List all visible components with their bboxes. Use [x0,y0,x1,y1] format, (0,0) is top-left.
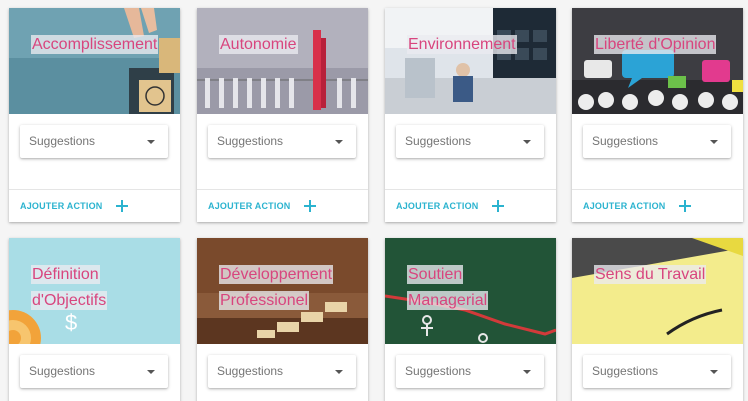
select-value: Suggestions [592,134,659,148]
add-action-button[interactable]: AJOUTER ACTION [583,197,692,215]
card-title: Sens du Travail [594,265,707,284]
select-value: Suggestions [405,134,472,148]
suggestions-select[interactable]: Suggestions [583,125,731,158]
card-title: Accomplissement [31,35,159,54]
suggestions-select[interactable]: Suggestions [208,125,356,158]
select-value: Suggestions [29,364,96,378]
card-soutien-managerial: Soutien Managerial Suggestions [385,238,556,401]
add-action-button[interactable]: AJOUTER ACTION [396,197,505,215]
card-accomplissement: Accomplissement Suggestions AJOUTER ACTI… [9,8,180,222]
caret-down-icon [710,370,718,374]
select-value: Suggestions [217,134,284,148]
suggestions-select[interactable]: Suggestions [396,355,544,388]
caret-down-icon [147,140,155,144]
caret-down-icon [335,140,343,144]
sticky-note-image [572,238,743,344]
card-title: Autonomie [219,35,298,54]
card-title: Liberté d'Opinion [594,35,717,54]
card-developpement-professionel: Développement Professionel Suggestions [197,238,368,401]
card-environnement: Environnement Suggestions AJOUTER ACTION [385,8,556,222]
select-value: Suggestions [217,364,284,378]
plus-icon [304,200,317,212]
add-action-button[interactable]: AJOUTER ACTION [20,197,129,215]
card-title: Définition d'Objectifs [31,265,108,310]
clothespin-image [197,8,368,114]
card-title: Développement Professionel [219,265,334,310]
add-action-button[interactable]: AJOUTER ACTION [208,197,317,215]
speech-bubbles-image [572,8,743,114]
divider [572,189,743,190]
suggestions-select[interactable]: Suggestions [396,125,544,158]
select-value: Suggestions [29,134,96,148]
divider [9,189,180,190]
office-image [385,8,556,114]
divider [385,189,556,190]
suggestions-select[interactable]: Suggestions [583,355,731,388]
card-definition-objectifs: $ Définition d'Objectifs Suggestions [9,238,180,401]
divider [197,189,368,190]
caret-down-icon [147,370,155,374]
add-action-label: AJOUTER ACTION [20,201,103,211]
suggestions-select[interactable]: Suggestions [20,125,168,158]
suggestions-select[interactable]: Suggestions [208,355,356,388]
plus-icon [492,200,505,212]
plus-icon [679,200,692,212]
card-autonomie: Autonomie Suggestions AJOUTER ACTION [197,8,368,222]
plus-icon [116,200,129,212]
card-sens-travail: Sens du Travail Suggestions [572,238,743,401]
add-action-label: AJOUTER ACTION [583,201,666,211]
hand-blocks-image [9,8,180,114]
caret-down-icon [523,140,531,144]
card-title: Environnement [407,35,517,54]
card-liberte-opinion: Liberté d'Opinion Suggestions AJOUTER AC… [572,8,743,222]
add-action-label: AJOUTER ACTION [396,201,479,211]
caret-down-icon [710,140,718,144]
caret-down-icon [335,370,343,374]
select-value: Suggestions [592,364,659,378]
caret-down-icon [523,370,531,374]
add-action-label: AJOUTER ACTION [208,201,291,211]
suggestions-select[interactable]: Suggestions [20,355,168,388]
select-value: Suggestions [405,364,472,378]
card-title: Soutien Managerial [407,265,489,310]
